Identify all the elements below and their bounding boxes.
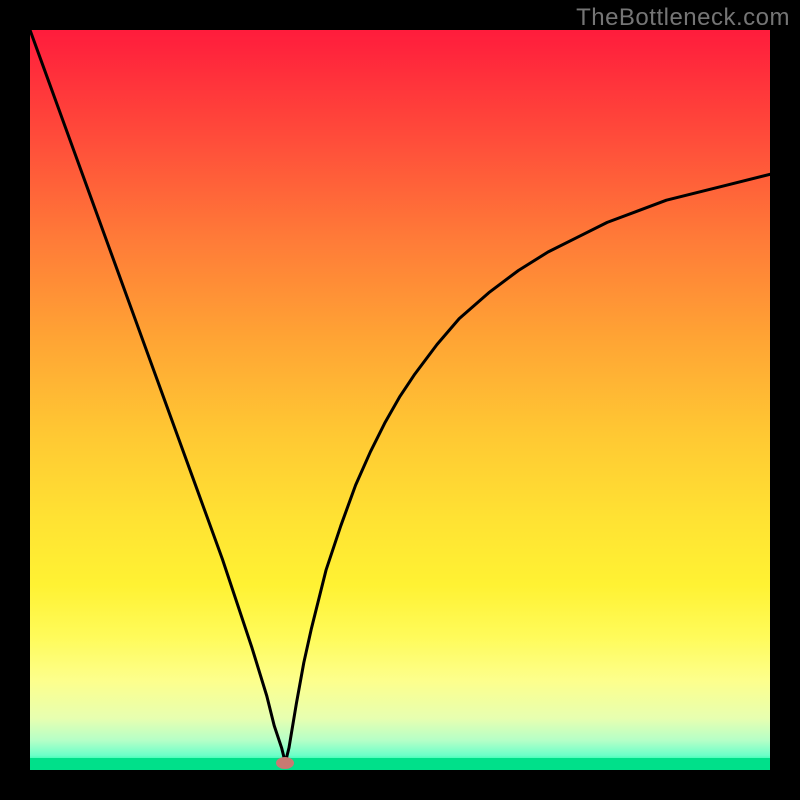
- chart-frame: TheBottleneck.com: [0, 0, 800, 800]
- minimum-marker: [276, 757, 294, 769]
- curve-line: [30, 30, 770, 770]
- plot-area: [30, 30, 770, 770]
- watermark-text: TheBottleneck.com: [576, 4, 790, 32]
